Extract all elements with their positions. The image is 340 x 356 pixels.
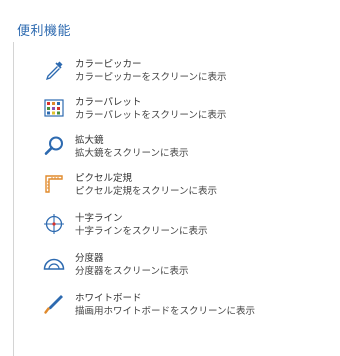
magnifier-icon — [42, 134, 66, 158]
item-crosshair[interactable]: 十字ライン 十字ラインをスクリーンに表示 — [42, 210, 322, 242]
item-protractor[interactable]: 分度器 分度器をスクリーンに表示 — [42, 250, 322, 282]
item-whiteboard[interactable]: ホワイトボード 描画用ホワイトボードをスクリーンに表示 — [42, 290, 322, 322]
eyedropper-icon — [42, 58, 66, 82]
color-palette-icon — [42, 96, 66, 120]
item-pixel-ruler[interactable]: ピクセル定規 ピクセル定規をスクリーンに表示 — [42, 170, 322, 202]
protractor-icon — [42, 252, 66, 276]
section-title: 便利機能 — [17, 24, 72, 39]
item-magnifier[interactable]: 拡大鏡 拡大鏡をスクリーンに表示 — [42, 132, 322, 164]
item-title: 十字ライン — [75, 213, 123, 224]
item-description: カラーピッカーをスクリーンに表示 — [75, 72, 227, 83]
item-description: 拡大鏡をスクリーンに表示 — [75, 148, 189, 159]
item-title: ピクセル定規 — [75, 173, 133, 184]
item-title: カラーパレット — [75, 97, 142, 108]
item-description: カラーパレットをスクリーンに表示 — [75, 110, 227, 121]
pixel-ruler-icon — [42, 172, 66, 196]
item-description: ピクセル定規をスクリーンに表示 — [75, 186, 218, 197]
item-description: 分度器をスクリーンに表示 — [75, 266, 189, 277]
section-divider — [13, 42, 14, 356]
item-title: ホワイトボード — [75, 293, 142, 304]
crosshair-icon — [42, 212, 66, 236]
whiteboard-pen-icon — [42, 292, 66, 316]
item-title: 拡大鏡 — [75, 135, 104, 146]
item-title: カラーピッカー — [75, 59, 142, 70]
item-title: 分度器 — [75, 253, 104, 264]
item-color-picker[interactable]: カラーピッカー カラーピッカーをスクリーンに表示 — [42, 56, 322, 88]
item-description: 十字ラインをスクリーンに表示 — [75, 226, 208, 237]
item-color-palette[interactable]: カラーパレット カラーパレットをスクリーンに表示 — [42, 94, 322, 126]
item-description: 描画用ホワイトボードをスクリーンに表示 — [75, 306, 256, 317]
